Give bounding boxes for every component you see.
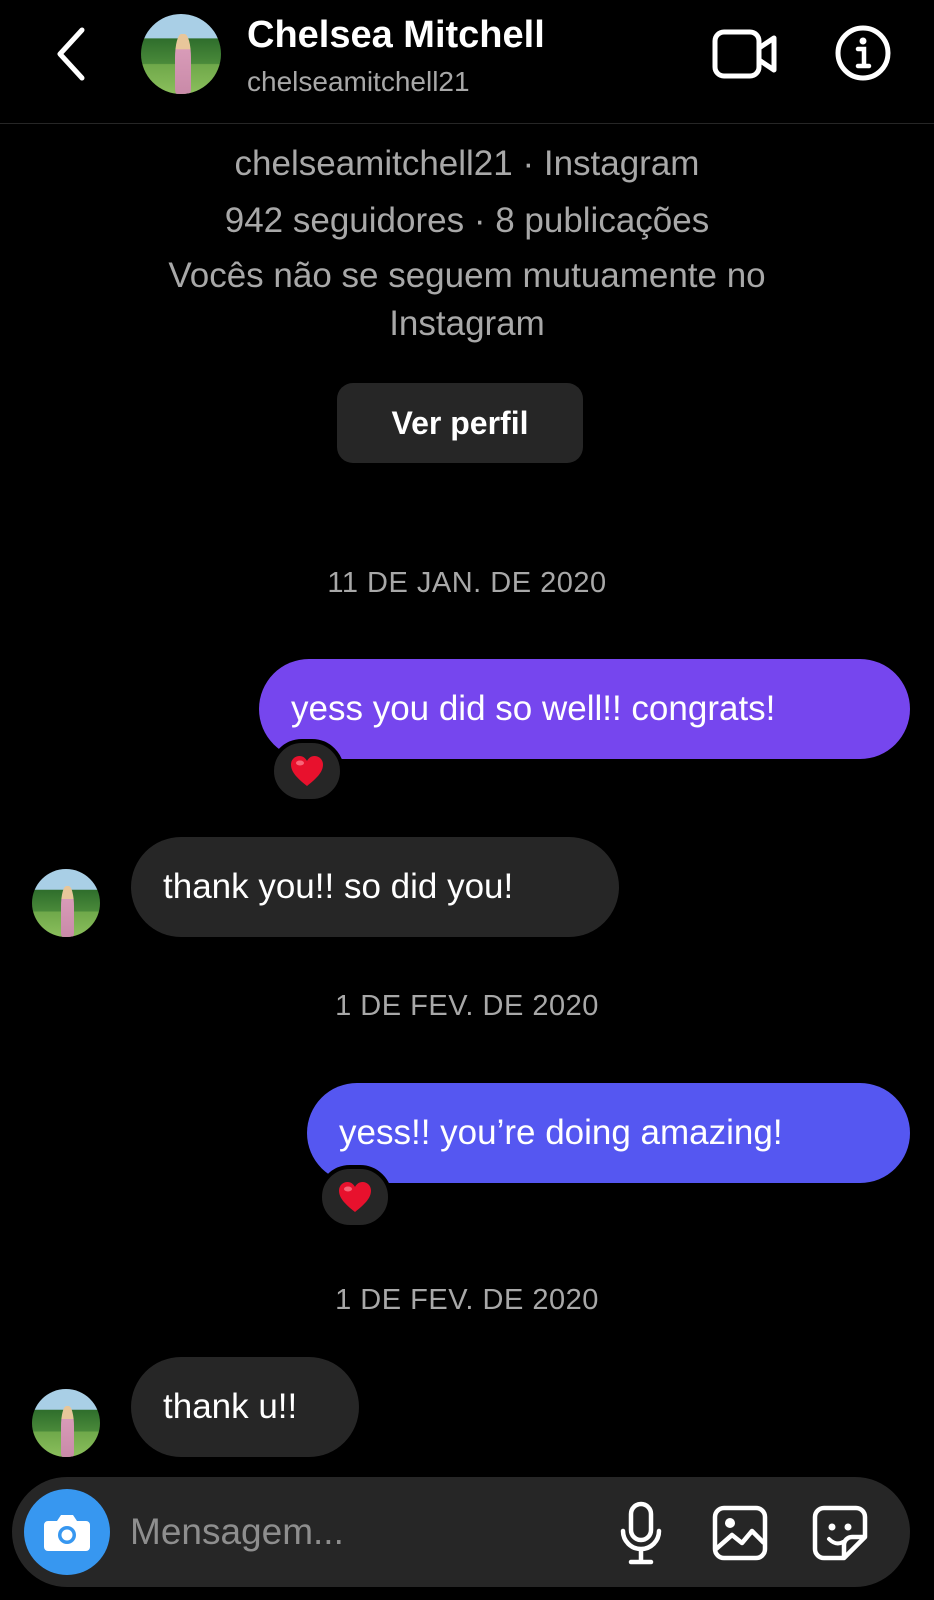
date-separator: 1 DE FEV. DE 2020 — [335, 1284, 599, 1316]
dm-conversation-screen: Chelsea Mitchell chelseamitchell21 chels… — [0, 0, 934, 1600]
profile-summary: chelseamitchell21 · Instagram 942 seguid… — [0, 138, 934, 348]
heart-icon — [339, 1182, 371, 1212]
back-button[interactable] — [48, 24, 96, 84]
contact-name[interactable]: Chelsea Mitchell — [247, 14, 545, 57]
sticker-button[interactable] — [812, 1505, 868, 1561]
voice-message-button[interactable] — [618, 1501, 664, 1567]
header-avatar[interactable] — [141, 14, 221, 94]
chevron-left-icon — [57, 27, 85, 81]
gallery-button[interactable] — [712, 1505, 768, 1561]
info-button[interactable] — [834, 24, 892, 82]
microphone-icon — [620, 1501, 662, 1565]
sticker-icon — [812, 1505, 868, 1561]
mutual-follow-notice: Vocês não se seguem mutuamente no Instag… — [168, 256, 766, 343]
sent-message-bubble[interactable]: yess you did so well!! congrats! — [259, 659, 910, 759]
info-icon — [835, 25, 891, 81]
chat-header: Chelsea Mitchell chelseamitchell21 — [0, 0, 934, 124]
camera-icon — [44, 1515, 90, 1551]
profile-stats-line: 942 seguidores · 8 publicações — [224, 201, 710, 240]
sent-message-bubble[interactable]: yess!! you’re doing amazing! — [307, 1083, 910, 1183]
date-separator: 1 DE FEV. DE 2020 — [335, 990, 599, 1022]
camera-button[interactable] — [24, 1489, 110, 1575]
image-gallery-icon — [712, 1505, 768, 1561]
message-reaction[interactable] — [318, 1165, 392, 1229]
received-message-bubble[interactable]: thank u!! — [131, 1357, 359, 1457]
video-call-button[interactable] — [712, 28, 778, 80]
sender-avatar[interactable] — [32, 869, 100, 937]
contact-handle[interactable]: chelseamitchell21 — [247, 66, 470, 98]
message-input[interactable] — [130, 1497, 590, 1567]
message-composer — [12, 1477, 910, 1587]
date-separator: 11 DE JAN. DE 2020 — [327, 567, 607, 599]
received-message-bubble[interactable]: thank you!! so did you! — [131, 837, 619, 937]
heart-icon — [291, 756, 323, 786]
sender-avatar[interactable] — [32, 1389, 100, 1457]
view-profile-button[interactable]: Ver perfil — [337, 383, 583, 463]
message-reaction[interactable] — [270, 739, 344, 803]
profile-handle-line: chelseamitchell21 · Instagram — [234, 144, 700, 183]
video-camera-icon — [712, 29, 777, 79]
